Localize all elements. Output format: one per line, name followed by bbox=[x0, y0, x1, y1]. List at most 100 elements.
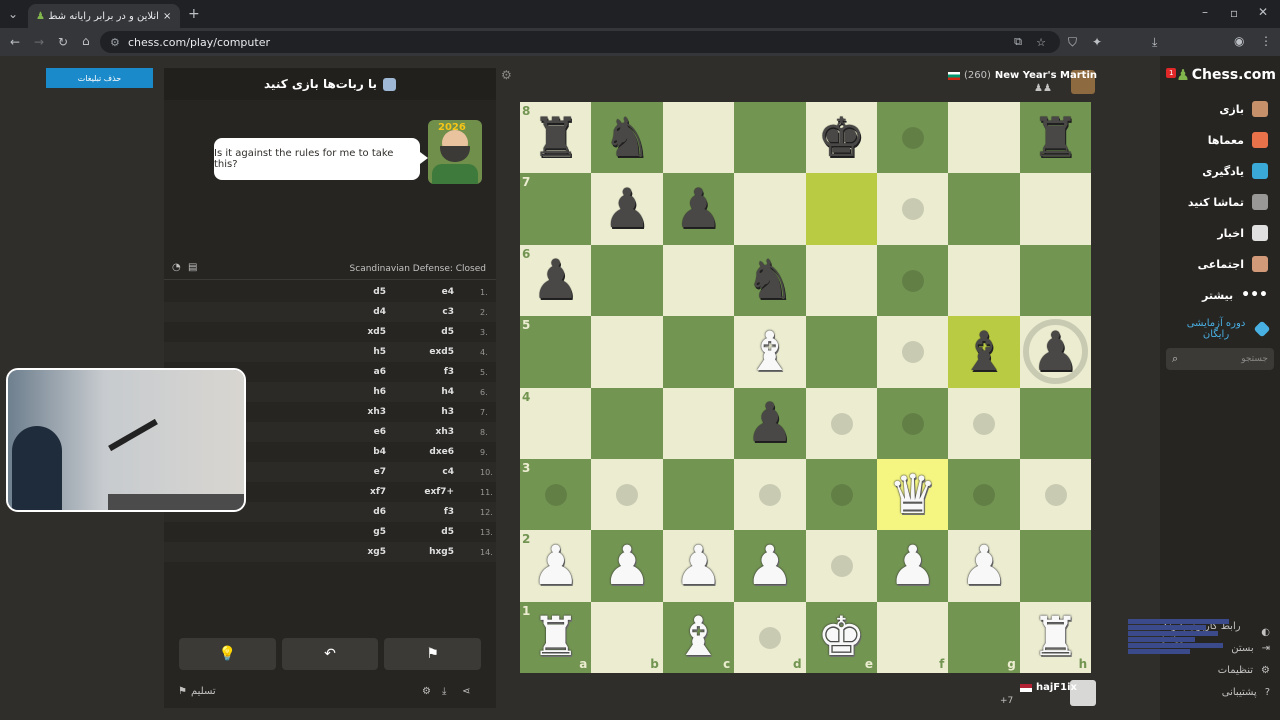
black-piece-d4[interactable]: ♟ bbox=[734, 388, 805, 459]
square-g5[interactable]: ♝ bbox=[948, 316, 1020, 388]
square-b3[interactable] bbox=[591, 459, 663, 531]
square-a8[interactable]: ♜ 8 bbox=[520, 102, 592, 174]
square-g2[interactable]: ♟ bbox=[948, 530, 1020, 602]
white-move[interactable]: dxe6 bbox=[429, 447, 454, 457]
resign-link[interactable]: ⚑ تسلیم bbox=[178, 686, 216, 697]
white-move[interactable]: f3 bbox=[444, 507, 454, 517]
square-g8[interactable] bbox=[948, 102, 1020, 174]
profile-icon[interactable]: ◉ bbox=[1234, 35, 1244, 47]
nav-more[interactable]: بیشتر ••• bbox=[1202, 284, 1268, 306]
black-piece-h8[interactable]: ♜ bbox=[1020, 102, 1091, 173]
square-e7[interactable] bbox=[805, 173, 877, 245]
square-b2[interactable]: ♟ bbox=[591, 530, 663, 602]
square-f3[interactable]: ♛ bbox=[877, 459, 949, 531]
reload-icon[interactable]: ↻ bbox=[58, 36, 68, 48]
settings-gear-icon[interactable]: ⚙ bbox=[422, 686, 431, 697]
square-f6[interactable] bbox=[877, 244, 949, 317]
square-c8[interactable] bbox=[662, 102, 735, 174]
square-c4[interactable] bbox=[662, 387, 735, 459]
extensions-icon[interactable]: ✦ bbox=[1092, 36, 1102, 48]
square-b8[interactable]: ♞ bbox=[591, 102, 663, 174]
forward-icon[interactable]: → bbox=[34, 36, 44, 48]
nav-learn[interactable]: یادگیری bbox=[1202, 160, 1268, 182]
white-piece-f3[interactable]: ♛ bbox=[877, 459, 948, 530]
white-move[interactable]: exf7+ bbox=[424, 487, 454, 497]
white-move[interactable]: h4 bbox=[441, 387, 454, 397]
download-icon[interactable]: ⤓ bbox=[1152, 36, 1157, 48]
menu-dots-icon[interactable]: ⋮ bbox=[1260, 35, 1272, 47]
square-a2[interactable]: ♟ 2 bbox=[520, 530, 592, 602]
nav-news[interactable]: اخبار bbox=[1217, 222, 1268, 244]
black-piece-a6[interactable]: ♟ bbox=[520, 245, 591, 316]
analysis-icon[interactable]: ◔ bbox=[172, 262, 181, 273]
black-move[interactable]: xh3 bbox=[368, 407, 386, 417]
square-h7[interactable] bbox=[1019, 173, 1092, 245]
square-g1[interactable]: g bbox=[948, 601, 1020, 674]
square-h4[interactable] bbox=[1019, 387, 1092, 459]
square-a1[interactable]: ♜ 1 a bbox=[520, 601, 592, 674]
resign-flag-button[interactable]: ⚑ bbox=[384, 638, 482, 670]
book-icon[interactable]: ▤ bbox=[188, 262, 197, 273]
white-move[interactable]: f3 bbox=[444, 367, 454, 377]
square-f2[interactable]: ♟ bbox=[877, 530, 949, 602]
square-a7[interactable]: 7 bbox=[520, 173, 592, 245]
square-b6[interactable] bbox=[591, 244, 663, 317]
black-move[interactable]: b4 bbox=[373, 447, 386, 457]
black-piece-a8[interactable]: ♜ bbox=[520, 102, 591, 173]
white-piece-d5[interactable]: ♝ bbox=[734, 316, 805, 387]
black-move[interactable]: d6 bbox=[373, 507, 386, 517]
install-app-icon[interactable]: ⧉ bbox=[1014, 35, 1022, 49]
square-e6[interactable] bbox=[805, 244, 877, 317]
square-d3[interactable] bbox=[734, 459, 806, 531]
share-icon[interactable]: ⋖ bbox=[462, 686, 470, 697]
site-info-icon[interactable]: ⚙ bbox=[110, 36, 120, 49]
square-a3[interactable]: 3 bbox=[520, 459, 592, 531]
tab-list-icon[interactable]: ⌄ bbox=[8, 8, 18, 20]
black-move[interactable]: xd5 bbox=[367, 327, 386, 337]
search-input[interactable]: ⌕ جستجو bbox=[1166, 348, 1274, 370]
back-icon[interactable]: ← bbox=[10, 36, 20, 48]
new-tab-icon[interactable]: + bbox=[188, 7, 200, 21]
square-d2[interactable]: ♟ bbox=[734, 530, 806, 602]
white-piece-g2[interactable]: ♟ bbox=[948, 530, 1019, 601]
nav-free-trial[interactable]: دوره آزمایشی رایگان bbox=[1184, 314, 1271, 344]
chess-board[interactable]: ♜ 8 ♞ ♚ ♜ 7 ♟ ♟ ♟ 6 ♞ 5 ♝ ♝ ♟ 4 ♟ 3 ♛ ♟ 2 ♟ ♟ ♟ ♟ ♟ ♜ 1 a b ♝ c d ♚ e f g ♜ h bbox=[520, 102, 1092, 674]
square-d7[interactable] bbox=[734, 173, 806, 245]
white-move[interactable]: d5 bbox=[441, 527, 454, 537]
black-piece-h5[interactable]: ♟ bbox=[1020, 316, 1091, 387]
square-b4[interactable] bbox=[591, 387, 663, 459]
black-move[interactable]: h5 bbox=[373, 347, 386, 357]
square-g3[interactable] bbox=[948, 459, 1020, 531]
white-move[interactable]: e4 bbox=[442, 287, 454, 297]
square-a4[interactable]: 4 bbox=[520, 387, 592, 459]
black-piece-b7[interactable]: ♟ bbox=[591, 173, 662, 244]
square-d5[interactable]: ♝ bbox=[734, 316, 806, 388]
square-h8[interactable]: ♜ bbox=[1019, 102, 1092, 174]
square-e5[interactable] bbox=[805, 316, 877, 388]
square-g6[interactable] bbox=[948, 244, 1020, 317]
white-move[interactable]: h3 bbox=[441, 407, 454, 417]
square-e8[interactable]: ♚ bbox=[805, 102, 877, 174]
square-h3[interactable] bbox=[1019, 459, 1092, 531]
white-piece-d2[interactable]: ♟ bbox=[734, 530, 805, 601]
restore-icon[interactable]: ▫ bbox=[1230, 7, 1238, 19]
download-game-icon[interactable]: ⤓ bbox=[442, 686, 446, 697]
white-move[interactable]: hxg5 bbox=[429, 547, 454, 557]
close-tab-icon[interactable]: × bbox=[163, 11, 171, 22]
undo-button[interactable]: ↶ bbox=[281, 638, 379, 670]
black-move[interactable]: d5 bbox=[373, 287, 386, 297]
notification-badge[interactable]: 1 bbox=[1166, 68, 1177, 78]
chesscom-logo[interactable]: ♟ Chess.com bbox=[1176, 66, 1276, 84]
nav-puzzles[interactable]: معماها bbox=[1208, 129, 1268, 151]
black-piece-b8[interactable]: ♞ bbox=[591, 102, 662, 173]
square-f5[interactable] bbox=[877, 316, 949, 388]
home-icon[interactable]: ⌂ bbox=[82, 35, 90, 47]
white-piece-a2[interactable]: ♟ bbox=[520, 530, 591, 601]
hint-button[interactable]: 💡 bbox=[179, 638, 276, 670]
square-f1[interactable]: f bbox=[877, 601, 949, 674]
nav-social[interactable]: اجتماعی bbox=[1198, 253, 1268, 275]
browser-tab[interactable]: ♟ آنلاین و در برابر رایانه شطرنج بازی × bbox=[28, 4, 180, 28]
square-e2[interactable] bbox=[805, 530, 877, 602]
square-e1[interactable]: ♚ e bbox=[805, 601, 877, 674]
white-piece-c2[interactable]: ♟ bbox=[663, 530, 734, 601]
